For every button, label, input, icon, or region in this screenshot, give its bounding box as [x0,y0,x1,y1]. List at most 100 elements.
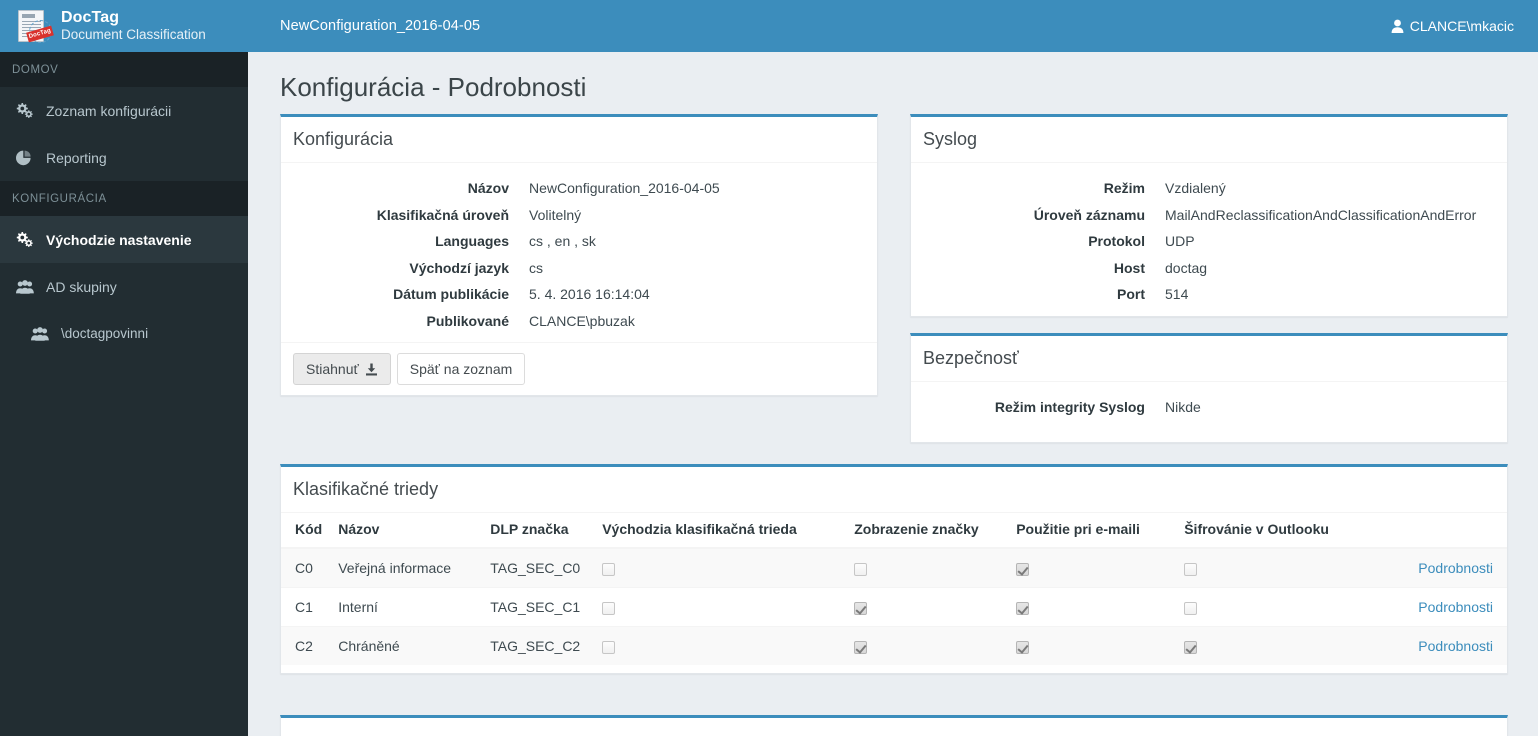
syslog-panel-title: Syslog [923,129,978,149]
field-label: Názov [467,180,509,196]
gears-icon [16,232,38,247]
field-value: Nikde [1165,399,1201,415]
column-header: DLP značka [482,513,595,549]
field-label: Host [1113,259,1145,276]
cell-sifrovanie [1176,547,1373,588]
sidebar-section-header: DOMOV [0,52,248,87]
field-value: 514 [1165,286,1189,302]
table-header-row: Kód Názov DLP značka Východzia klasifikačná… [281,513,1507,549]
outlook-encryption-checkbox[interactable] [1184,601,1198,615]
sp-na-zoznam-button[interactable]: Späť na zoznam [396,353,526,385]
sidebar-item-label: \doctagpovinni [61,326,149,341]
security-panel-header: Bezpečnosť [911,336,1507,382]
default-class-checkbox[interactable] [602,640,616,654]
document-stamp-icon: DocTag [14,9,54,43]
cell-kod: C1 [281,587,331,627]
field-label: Port [1117,286,1145,302]
classification-classes-title: Klasifikačné triedy [293,479,439,499]
cell-dlp: TAG_SEC_C2 [482,626,595,665]
field-value: Vzdialený [1165,180,1226,196]
field-label: Languages [435,233,509,249]
user-menu[interactable]: CLANCE\mkacic [1391,18,1538,34]
use-in-email-checkbox[interactable] [1016,562,1030,576]
security-panel: Bezpečnosť Režim integrity Syslog Nikde [910,333,1508,443]
button-label: Stiahnuť [306,361,359,377]
sidebar-item-ad-skupiny[interactable]: AD skupiny [0,263,248,310]
sidebar-item-label: AD skupiny [46,278,117,295]
cell-nazov: Veřejná informace [330,547,483,588]
field-value: 5. 4. 2016 16:14:04 [529,286,650,302]
cell-nazov: Interní [330,587,483,627]
column-header: Použitie pri e-maili [1008,513,1177,549]
cell-kod: C2 [281,626,331,665]
cell-actions: Podrobnosti [1372,587,1507,627]
sidebar-section-header: KONFIGURÁCIA [0,181,248,216]
cell-zobrazenie [846,626,1009,665]
stiahnu-button[interactable]: Stiahnuť [293,353,391,385]
security-field-list: Režim integrity Syslog Nikde [923,394,1495,421]
top-navbar: NewConfiguration_2016-04-05 CLANCE\mkaci… [248,0,1538,52]
show-tag-checkbox[interactable] [854,640,868,654]
table-row: C0 Veřejná informace TAG_SEC_C0 Podrobnosti [281,547,1507,588]
syslog-field-list: Režim Vzdialený Úroveň záznamu MailAndRecla… [923,175,1495,308]
sidebar: DocTag DocTag Document Classification DO… [0,0,248,736]
sidebar-item-label: Východzie nastavenie [46,231,192,248]
table-body: C0 Veřejná informace TAG_SEC_C0 Podrobnosti… [281,547,1507,665]
default-class-checkbox[interactable] [602,562,616,576]
show-tag-checkbox[interactable] [854,601,868,615]
column-header [1372,513,1507,549]
use-in-email-checkbox[interactable] [1016,640,1030,654]
field-label: Východzí jazyk [409,259,509,276]
details-link[interactable]: Podrobnosti [1418,560,1493,576]
page-title: Konfigurácia - Podrobnosti [280,72,587,102]
sidebar-item-doctagpovinni[interactable]: \doctagpovinni [0,310,248,357]
sidebar-item-zoznam-konfigur-cii[interactable]: Zoznam konfigurácii [0,87,248,134]
syslog-panel: Syslog Režim Vzdialený Úroveň záznamu MailA… [910,114,1508,317]
user-name: CLANCE\mkacic [1409,18,1514,34]
outlook-encryption-checkbox[interactable] [1184,640,1198,654]
use-in-email-checkbox[interactable] [1016,601,1030,615]
users-icon [31,326,53,341]
show-tag-checkbox[interactable] [854,562,868,576]
sidebar-nav: DOMOV Zoznam konfigurácii Reporting KONFIGU… [0,52,248,357]
field-label: Publikované [426,312,509,329]
download-icon [365,363,378,376]
sidebar-item-v-chodzie-nastavenie[interactable]: Východzie nastavenie [0,216,248,263]
brand-logo-block[interactable]: DocTag DocTag Document Classification [0,0,248,52]
field-label: Režim [1103,180,1145,196]
topbar-config-title: NewConfiguration_2016-04-05 [280,18,481,34]
cell-email [1008,626,1177,665]
cell-dlp: TAG_SEC_C0 [482,547,595,588]
sidebar-item-label: Zoznam konfigurácii [46,102,172,119]
cell-vychodzia [594,626,847,665]
configuration-panel-footer: Stiahnuť Späť na zoznam [281,342,877,395]
column-header: Názov [330,513,483,549]
cell-zobrazenie [846,587,1009,627]
cell-sifrovanie [1176,626,1373,665]
gears-icon [16,103,38,118]
field-label: Protokol [1088,233,1145,249]
details-link[interactable]: Podrobnosti [1418,638,1493,654]
button-label: Späť na zoznam [409,361,513,377]
field-value: cs [529,259,543,276]
next-panel-partial [280,715,1508,736]
outlook-encryption-checkbox[interactable] [1184,562,1198,576]
field-value: UDP [1165,233,1195,249]
brand-title: DocTag [61,8,120,26]
column-header: Kód [281,513,331,549]
sidebar-item-label: Reporting [46,149,107,166]
users-icon [16,279,38,294]
sidebar-item-reporting[interactable]: Reporting [0,134,248,181]
default-class-checkbox[interactable] [602,601,616,615]
column-header: Šifrovánie v Outlooku [1176,513,1373,549]
column-header: Východzia klasifikačná trieda [594,513,847,549]
field-label: Režim integrity Syslog [994,399,1145,415]
content-area: Konfigurácia - Podrobnosti Konfigurácia … [248,52,1538,736]
cell-vychodzia [594,547,847,588]
details-link[interactable]: Podrobnosti [1418,599,1493,615]
cell-actions: Podrobnosti [1372,547,1507,588]
classification-classes-table: Kód Názov DLP značka Východzia klasifikačná… [281,513,1507,665]
field-value: doctag [1165,259,1208,276]
cell-actions: Podrobnosti [1372,626,1507,665]
cell-dlp: TAG_SEC_C1 [482,587,595,627]
